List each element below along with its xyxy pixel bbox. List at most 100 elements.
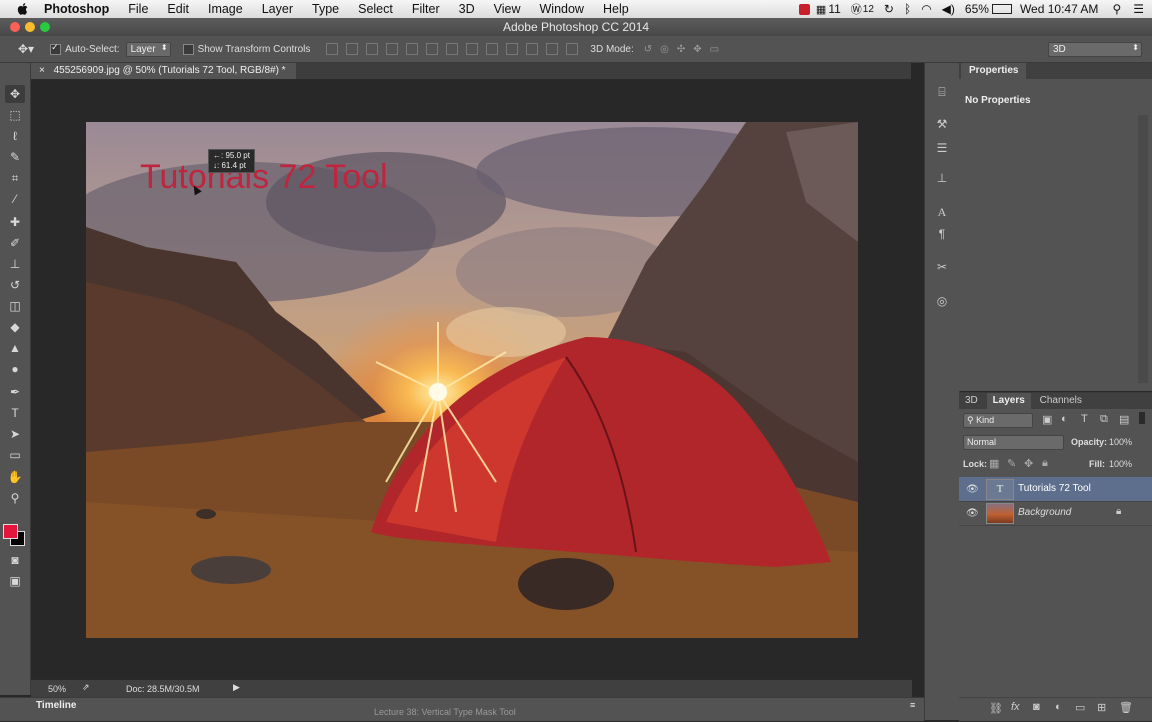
show-transform-checkbox[interactable] bbox=[182, 43, 194, 55]
align-left-icon[interactable] bbox=[386, 43, 399, 55]
canvas-type-layer-text[interactable]: Tutorials 72 Tool bbox=[140, 158, 388, 197]
lasso-tool-icon[interactable]: ℓ bbox=[5, 127, 25, 145]
menu-edit[interactable]: Edit bbox=[167, 2, 189, 16]
distribute-top-icon[interactable] bbox=[446, 43, 459, 55]
zoom-tool-icon[interactable]: ⚲ bbox=[5, 489, 25, 507]
3d-rotate-icon[interactable]: ↺ bbox=[644, 44, 652, 55]
type-tool-icon[interactable]: T bbox=[5, 404, 25, 422]
history-panel-icon[interactable]: ⌸ bbox=[934, 85, 950, 99]
status-count-1[interactable]: 11 bbox=[828, 2, 840, 16]
marquee-tool-icon[interactable]: ⬚ bbox=[5, 106, 25, 124]
opacity-value[interactable]: 100% bbox=[1109, 437, 1132, 447]
eraser-tool-icon[interactable]: ◫ bbox=[5, 297, 25, 315]
zoom-level[interactable]: 50% bbox=[48, 684, 66, 694]
filter-shape-icon[interactable]: ⧉ bbox=[1100, 413, 1108, 426]
quick-mask-icon[interactable]: ◙ bbox=[5, 551, 25, 569]
link-layers-icon[interactable]: ⛓︎ bbox=[989, 702, 1003, 715]
screen-mode-icon[interactable]: ▣ bbox=[5, 572, 25, 590]
3d-scale-icon[interactable]: ▭ bbox=[710, 44, 719, 55]
layer-filter-dropdown[interactable]: ⚲ Kind bbox=[963, 413, 1033, 428]
menu-help[interactable]: Help bbox=[603, 2, 629, 16]
distribute-bottom-icon[interactable] bbox=[486, 43, 499, 55]
add-mask-icon[interactable]: ◙ bbox=[1033, 701, 1040, 713]
tab-layers[interactable]: Layers bbox=[986, 393, 1031, 409]
auto-select-checkbox[interactable] bbox=[50, 42, 62, 55]
align-vcenter-icon[interactable] bbox=[346, 43, 359, 55]
3d-panel-icon[interactable]: ◎ bbox=[934, 294, 950, 308]
menu-layer[interactable]: Layer bbox=[262, 2, 293, 16]
auto-select-dropdown[interactable]: Layer bbox=[125, 41, 171, 57]
visibility-eye-icon[interactable]: 👁︎ bbox=[966, 508, 979, 519]
pen-tool-icon[interactable]: ✒ bbox=[5, 383, 25, 401]
menu-type[interactable]: Type bbox=[312, 2, 339, 16]
3d-slide-icon[interactable]: ✥ bbox=[693, 44, 701, 55]
hand-tool-icon[interactable]: ✋ bbox=[5, 468, 25, 486]
brush-tool-icon[interactable]: ✐ bbox=[5, 234, 25, 252]
timeline-tab[interactable]: Timeline bbox=[36, 700, 76, 711]
distribute-left-icon[interactable] bbox=[506, 43, 519, 55]
spotlight-search-icon[interactable]: ⚲ bbox=[1112, 2, 1121, 16]
tool-presets-icon[interactable]: ✂ bbox=[934, 260, 950, 274]
new-group-icon[interactable]: ▭ bbox=[1075, 701, 1085, 714]
distribute-hcenter-icon[interactable] bbox=[526, 43, 539, 55]
status-app-icon[interactable] bbox=[798, 3, 810, 15]
character-panel-icon[interactable]: A bbox=[934, 205, 950, 219]
move-tool-icon[interactable]: ✥ bbox=[5, 85, 25, 103]
align-top-icon[interactable] bbox=[326, 43, 339, 55]
distribute-vcenter-icon[interactable] bbox=[466, 43, 479, 55]
menu-photoshop[interactable]: Photoshop bbox=[44, 2, 109, 16]
auto-align-icon[interactable] bbox=[566, 43, 579, 55]
fill-value[interactable]: 100% bbox=[1109, 459, 1132, 469]
lock-all-icon[interactable]: 🔒︎ bbox=[1042, 457, 1048, 470]
menu-filter[interactable]: Filter bbox=[412, 2, 440, 16]
menu-3d[interactable]: 3D bbox=[459, 2, 475, 16]
lock-transparent-icon[interactable]: ▦ bbox=[989, 457, 999, 470]
tab-channels[interactable]: Channels bbox=[1034, 393, 1088, 409]
tab-3d[interactable]: 3D bbox=[959, 393, 984, 409]
lock-pixels-icon[interactable]: ✎ bbox=[1007, 457, 1016, 470]
wifi-icon[interactable]: ◠ bbox=[921, 2, 931, 16]
status-count-2[interactable]: 12 bbox=[863, 4, 874, 15]
blur-tool-icon[interactable]: ▲ bbox=[5, 339, 25, 357]
filter-toggle-icon[interactable] bbox=[1139, 412, 1145, 424]
filter-smart-object-icon[interactable]: ▤ bbox=[1119, 413, 1129, 426]
crop-tool-icon[interactable]: ⌗ bbox=[5, 169, 25, 187]
layer-row-background[interactable]: 👁︎ Background 🔒︎ bbox=[959, 501, 1152, 526]
clock[interactable]: Wed 10:47 AM bbox=[1020, 2, 1099, 16]
timeline-menu-icon[interactable]: ≡ bbox=[910, 700, 915, 710]
timemachine-icon[interactable]: ↻ bbox=[884, 2, 894, 16]
adjustments-panel-icon[interactable]: ☰ bbox=[934, 141, 950, 155]
close-tab-icon[interactable]: × bbox=[39, 65, 45, 76]
close-window-icon[interactable] bbox=[10, 22, 20, 32]
document-tab[interactable]: × 455256909.jpg @ 50% (Tutorials 72 Tool… bbox=[31, 63, 296, 79]
move-tool-preset-icon[interactable]: ✥▾ bbox=[18, 42, 34, 56]
filter-adjustment-icon[interactable]: ◐ bbox=[1061, 413, 1068, 425]
healing-brush-tool-icon[interactable]: ✚ bbox=[5, 213, 25, 231]
export-icon[interactable]: ⇗ bbox=[82, 682, 90, 693]
document-canvas[interactable]: Tutorials 72 Tool ←: 95.0 pt ↓: 61.4 pt bbox=[86, 122, 858, 638]
battery-icon[interactable] bbox=[991, 4, 1012, 14]
clone-stamp-tool-icon[interactable]: ⊥ bbox=[5, 255, 25, 273]
align-right-icon[interactable] bbox=[426, 43, 439, 55]
new-layer-icon[interactable]: ⊞ bbox=[1097, 701, 1106, 714]
foreground-color-swatch[interactable] bbox=[3, 524, 18, 539]
status-grid-icon[interactable]: ▦ bbox=[816, 3, 826, 16]
menu-window[interactable]: Window bbox=[540, 2, 584, 16]
notification-center-icon[interactable]: ☰ bbox=[1133, 2, 1144, 16]
zoom-window-icon[interactable] bbox=[40, 22, 50, 32]
apple-logo-icon[interactable] bbox=[16, 2, 30, 16]
menu-select[interactable]: Select bbox=[358, 2, 393, 16]
dodge-tool-icon[interactable]: ● bbox=[5, 360, 25, 378]
eyedropper-tool-icon[interactable]: ⁄ bbox=[5, 190, 25, 208]
3d-drag-icon[interactable]: ✣ bbox=[677, 44, 685, 55]
align-bottom-icon[interactable] bbox=[366, 43, 379, 55]
path-selection-tool-icon[interactable]: ➤ bbox=[5, 425, 25, 443]
properties-tab[interactable]: Properties bbox=[961, 63, 1027, 79]
history-brush-tool-icon[interactable]: ↺ bbox=[5, 276, 25, 294]
lock-position-icon[interactable]: ✥ bbox=[1024, 457, 1033, 470]
quick-select-tool-icon[interactable]: ✎ bbox=[5, 148, 25, 166]
adjustment-layer-icon[interactable]: ◐ bbox=[1055, 701, 1062, 713]
canvas-area[interactable]: Tutorials 72 Tool ←: 95.0 pt ↓: 61.4 pt bbox=[31, 80, 912, 678]
3d-roll-icon[interactable]: ◎ bbox=[660, 44, 669, 55]
distribute-right-icon[interactable] bbox=[546, 43, 559, 55]
